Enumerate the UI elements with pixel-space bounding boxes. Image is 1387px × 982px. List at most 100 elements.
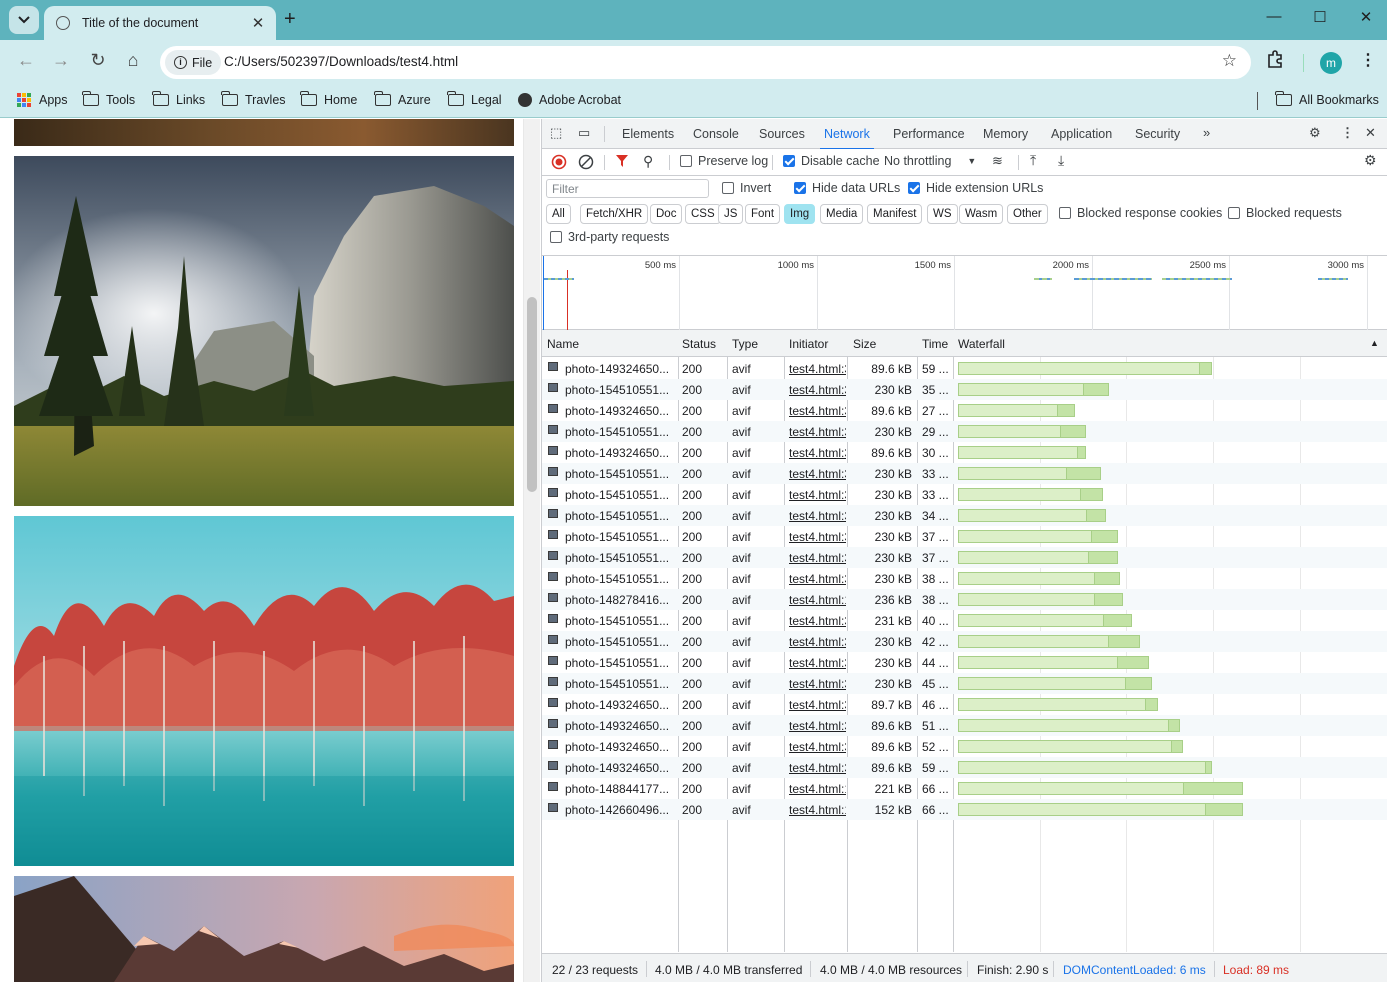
waterfall-bar[interactable] <box>958 383 1110 396</box>
waterfall-bar[interactable] <box>958 677 1152 690</box>
menu-icon[interactable]: ⋮ <box>1360 50 1376 70</box>
cell-initiator[interactable]: test4.html:1 <box>789 803 846 817</box>
maximize-icon[interactable]: ☐ <box>1305 8 1335 26</box>
table-row[interactable]: photo-154510551... 200 avif test4.html:3 230… <box>542 421 1387 442</box>
filter-funnel-icon[interactable] <box>615 154 629 168</box>
blocked-cookies-checkbox[interactable]: Blocked response cookies <box>1059 206 1222 220</box>
inspect-element-icon[interactable]: ⬚ <box>550 125 562 141</box>
cell-initiator[interactable]: test4.html:3 <box>789 656 846 670</box>
forward-icon[interactable]: → <box>48 50 74 71</box>
filter-type-fetch-xhr[interactable]: Fetch/XHR <box>580 204 649 224</box>
cell-initiator[interactable]: test4.html:3 <box>789 467 846 481</box>
waterfall-bar[interactable] <box>958 803 1243 816</box>
devtools-menu-icon[interactable]: ⋮ <box>1341 125 1354 141</box>
cell-initiator[interactable]: test4.html:3 <box>789 635 846 649</box>
throttling-select[interactable]: No throttling ▼ <box>884 154 976 168</box>
search-icon[interactable]: ⚲ <box>643 153 653 170</box>
table-row[interactable]: photo-148278416... 200 avif test4.html:1 236… <box>542 589 1387 610</box>
tab-performance[interactable]: Performance <box>893 127 965 141</box>
hide-data-urls-checkbox[interactable]: Hide data URLs <box>794 181 900 195</box>
tab-network[interactable]: Network <box>820 127 874 150</box>
close-tab-icon[interactable]: ✕ <box>248 14 268 32</box>
filter-type-img[interactable]: Img <box>784 204 816 224</box>
cell-initiator[interactable]: test4.html:1 <box>789 782 846 796</box>
close-devtools-icon[interactable]: ✕ <box>1365 125 1376 141</box>
disable-cache-checkbox[interactable]: Disable cache <box>783 154 880 168</box>
tab-elements[interactable]: Elements <box>622 127 674 141</box>
tab-security[interactable]: Security <box>1135 127 1180 141</box>
address-bar[interactable]: i File C:/Users/502397/Downloads/test4.h… <box>160 46 1251 79</box>
tab-console[interactable]: Console <box>693 127 739 141</box>
tab-memory[interactable]: Memory <box>983 127 1028 141</box>
waterfall-bar[interactable] <box>958 614 1132 627</box>
cell-initiator[interactable]: test4.html:3 <box>789 677 846 691</box>
waterfall-bar[interactable] <box>958 404 1075 417</box>
sort-ascending-icon[interactable]: ▲ <box>1370 338 1379 348</box>
table-row[interactable]: photo-149324650... 200 avif test4.html:3 89.… <box>542 757 1387 778</box>
waterfall-bar[interactable] <box>958 362 1212 375</box>
cell-initiator[interactable]: test4.html:3 <box>789 488 846 502</box>
table-row[interactable]: photo-154510551... 200 avif test4.html:3 230… <box>542 379 1387 400</box>
url-text[interactable]: C:/Users/502397/Downloads/test4.html <box>224 54 458 69</box>
site-info-chip[interactable]: i File <box>165 50 222 75</box>
filter-type-doc[interactable]: Doc <box>650 204 683 224</box>
window-close-icon[interactable]: ✕ <box>1351 8 1381 26</box>
bookmark-adobe-acrobat[interactable]: Adobe Acrobat <box>518 93 621 107</box>
filter-type-wasm[interactable]: Wasm <box>959 204 1004 224</box>
cell-initiator[interactable]: test4.html:3 <box>789 383 846 397</box>
network-settings-icon[interactable]: ⚙ <box>1364 152 1377 169</box>
filter-type-manifest[interactable]: Manifest <box>867 204 923 224</box>
filter-type-media[interactable]: Media <box>820 204 864 224</box>
column-header-waterfall[interactable]: Waterfall <box>958 337 1005 351</box>
column-header-initiator[interactable]: Initiator <box>789 337 828 351</box>
waterfall-bar[interactable] <box>958 551 1118 564</box>
bookmark-links[interactable]: Links <box>152 91 205 107</box>
import-har-icon[interactable]: ⤒ <box>1030 152 1036 169</box>
table-row[interactable]: photo-149324650... 200 avif test4.html:3 89.… <box>542 358 1387 379</box>
bookmark-home[interactable]: Home <box>300 91 357 107</box>
cell-initiator[interactable]: test4.html:3 <box>789 404 846 418</box>
cell-initiator[interactable]: test4.html:3 <box>789 572 846 586</box>
table-row[interactable]: photo-154510551... 200 avif test4.html:3 230… <box>542 631 1387 652</box>
cell-initiator[interactable]: test4.html:3 <box>789 740 846 754</box>
column-header-size[interactable]: Size <box>853 337 876 351</box>
column-header-status[interactable]: Status <box>682 337 716 351</box>
table-row[interactable]: photo-149324650... 200 avif test4.html:3 89.… <box>542 442 1387 463</box>
table-row[interactable]: photo-149324650... 200 avif test4.html:3 89.… <box>542 694 1387 715</box>
reload-icon[interactable]: ↻ <box>85 50 111 71</box>
bookmark-travles[interactable]: Travles <box>221 91 286 107</box>
tab-application[interactable]: Application <box>1051 127 1112 141</box>
table-row[interactable]: photo-149324650... 200 avif test4.html:3 89.… <box>542 400 1387 421</box>
preserve-log-checkbox[interactable]: Preserve log <box>680 154 768 168</box>
third-party-checkbox[interactable]: 3rd-party requests <box>550 230 669 244</box>
bookmark-apps[interactable]: Apps <box>17 93 68 107</box>
table-row[interactable]: photo-154510551... 200 avif test4.html:3 230… <box>542 547 1387 568</box>
waterfall-bar[interactable] <box>958 782 1243 795</box>
clear-icon[interactable] <box>578 154 594 170</box>
waterfall-bar[interactable] <box>958 593 1124 606</box>
filter-input[interactable]: Filter <box>546 179 709 198</box>
cell-initiator[interactable]: test4.html:3 <box>789 698 846 712</box>
settings-gear-icon[interactable]: ⚙ <box>1309 125 1321 141</box>
invert-checkbox[interactable]: Invert <box>722 181 771 195</box>
waterfall-bar[interactable] <box>958 698 1158 711</box>
filter-type-font[interactable]: Font <box>745 204 781 224</box>
table-row[interactable]: photo-142660496... 200 avif test4.html:1 152… <box>542 799 1387 820</box>
record-icon[interactable] <box>551 154 567 170</box>
table-row[interactable]: photo-149324650... 200 avif test4.html:3 89.… <box>542 736 1387 757</box>
table-row[interactable]: photo-154510551... 200 avif test4.html:3 230… <box>542 505 1387 526</box>
back-icon[interactable]: ← <box>13 50 39 71</box>
cell-initiator[interactable]: test4.html:3 <box>789 509 846 523</box>
minimize-icon[interactable]: — <box>1259 8 1289 25</box>
cell-initiator[interactable]: test4.html:3 <box>789 425 846 439</box>
waterfall-bar[interactable] <box>958 509 1107 522</box>
filter-type-js[interactable]: JS <box>718 204 744 224</box>
cell-initiator[interactable]: test4.html:3 <box>789 530 846 544</box>
waterfall-bar[interactable] <box>958 425 1087 438</box>
table-row[interactable]: photo-154510551... 200 avif test4.html:3 230… <box>542 568 1387 589</box>
home-icon[interactable]: ⌂ <box>120 50 146 71</box>
scrollbar-thumb[interactable] <box>527 297 537 492</box>
cell-initiator[interactable]: test4.html:3 <box>789 719 846 733</box>
waterfall-bar[interactable] <box>958 467 1101 480</box>
page-scrollbar[interactable] <box>523 119 540 982</box>
